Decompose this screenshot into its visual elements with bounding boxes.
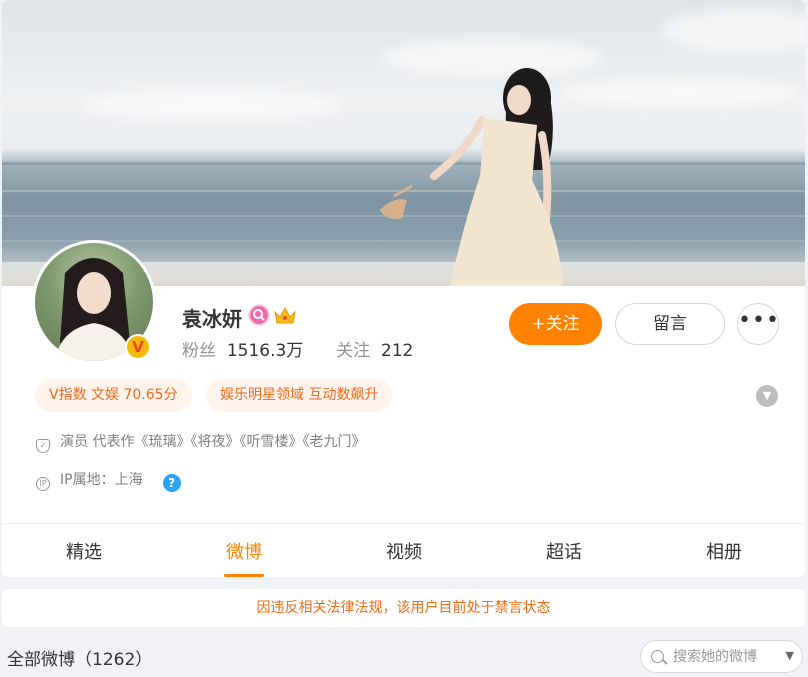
description-row: ✓ 演员 代表作《琉璃》《将夜》《听雪楼》《老九门》 <box>36 431 365 453</box>
feed-title[interactable]: 全部微博（1262） <box>7 645 152 670</box>
entertainment-tag[interactable]: 娱乐明星领域 互动数飙升 <box>206 379 393 412</box>
ban-notice: 因违反相关法律法规，该用户目前处于禁言状态 <box>2 589 805 627</box>
tabs-divider <box>2 523 805 524</box>
search-icon <box>651 650 664 663</box>
active-tab-indicator <box>224 574 264 577</box>
feed-search-box[interactable]: ▼ <box>640 640 803 673</box>
message-button[interactable]: 留言 <box>615 303 725 345</box>
ip-row: IP IP属地：上海? <box>36 469 181 492</box>
v-index-tag[interactable]: V指数 文娱 70.65分 <box>35 379 192 412</box>
crown-badge-icon[interactable] <box>273 304 296 326</box>
tab-featured[interactable]: 精选 <box>44 538 124 564</box>
tab-supertopic[interactable]: 超话 <box>524 538 604 564</box>
ip-text: IP属地：上海 <box>60 472 143 488</box>
pink-magnifier-badge-icon[interactable] <box>248 304 270 326</box>
profile-name: 袁冰妍 <box>182 307 242 331</box>
profile-card: V 袁冰妍 粉丝 1516.3万 关注 212 +关注 留言 ••• V指数 文… <box>2 0 805 577</box>
followers-label: 粉丝 <box>182 341 216 361</box>
tab-album[interactable]: 相册 <box>684 538 764 564</box>
profile-stats: 粉丝 1516.3万 关注 212 <box>182 336 413 361</box>
caret-down-icon[interactable]: ▼ <box>786 649 794 662</box>
description-text: 演员 代表作《琉璃》《将夜》《听雪楼》《老九门》 <box>60 434 366 450</box>
follow-button[interactable]: +关注 <box>509 303 602 345</box>
following-label: 关注 <box>336 341 371 361</box>
shield-icon: ✓ <box>36 439 50 453</box>
tab-video[interactable]: 视频 <box>364 538 444 564</box>
verified-badge-icon: V <box>125 334 151 360</box>
chevron-down-icon[interactable]: ▼ <box>756 385 778 407</box>
question-icon[interactable]: ? <box>162 474 181 492</box>
followers-count[interactable]: 1516.3万 <box>227 341 303 361</box>
tab-weibo[interactable]: 微博 <box>204 538 284 564</box>
following-count[interactable]: 212 <box>381 341 413 361</box>
more-dots-icon[interactable]: ••• <box>737 303 779 345</box>
feed-search-input[interactable] <box>673 647 783 667</box>
ip-location-icon: IP <box>36 477 50 491</box>
